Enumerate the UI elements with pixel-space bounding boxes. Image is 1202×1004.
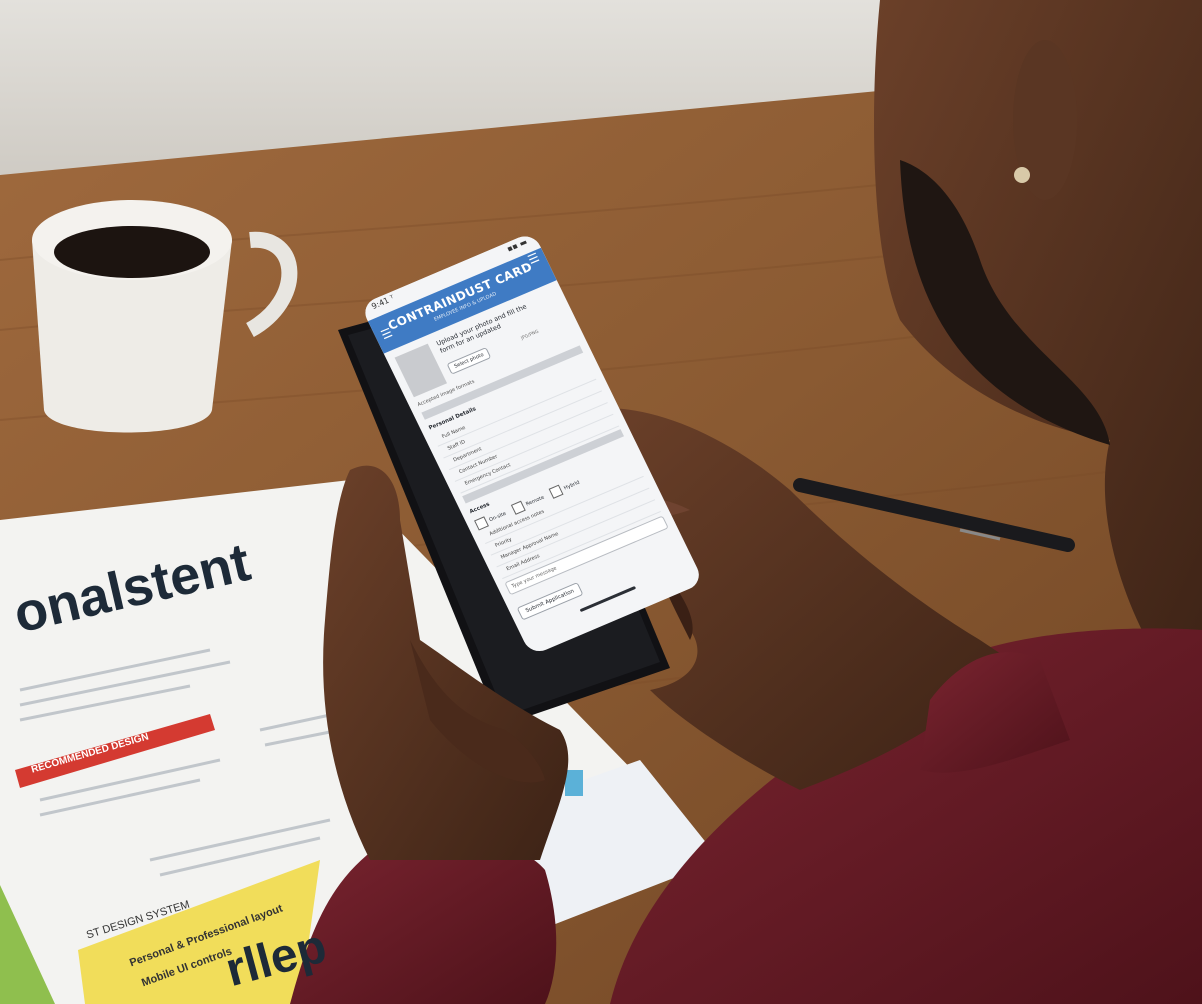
home-indicator — [579, 585, 637, 613]
upload-format-label: JPG/PNG — [520, 329, 540, 342]
photo-placeholder[interactable] — [394, 343, 448, 398]
photo-scene: onalstent RECOMMENDED DESIGN ST DESIGN S… — [0, 0, 1202, 1004]
